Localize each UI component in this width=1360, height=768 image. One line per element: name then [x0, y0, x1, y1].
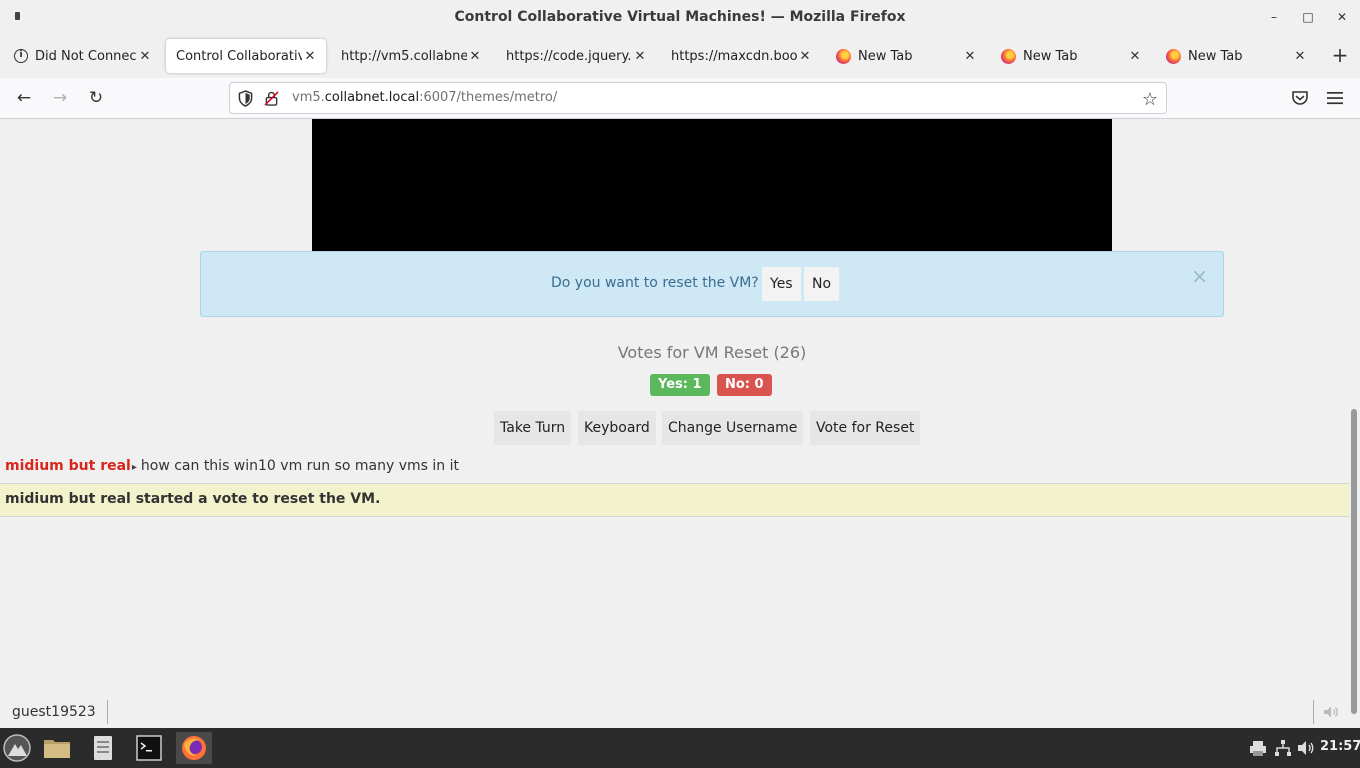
nav-bar: ← → ↻ vm5.collabnet.local:6007/themes/me… — [0, 78, 1360, 119]
no-votes-badge: No: 0 — [717, 374, 772, 396]
scrollbar-thumb[interactable] — [1351, 409, 1357, 714]
divider — [107, 700, 108, 724]
tab-maxcdn[interactable]: https://maxcdn.boots ✕ — [661, 39, 821, 73]
hamburger-menu-icon[interactable] — [1327, 91, 1343, 105]
insecure-lock-icon[interactable] — [264, 91, 279, 106]
reset-vote-alert: Do you want to reset the VM? Yes No × — [200, 251, 1224, 317]
url-suffix: :6007/themes/metro/ — [419, 90, 558, 105]
page-content: Do you want to reset the VM? Yes No × Vo… — [0, 119, 1349, 728]
reset-question: Do you want to reset the VM? — [551, 275, 759, 291]
file-manager-icon[interactable] — [39, 732, 75, 764]
taskbar: 21:57 — [0, 728, 1360, 768]
reload-button[interactable]: ↻ — [86, 88, 106, 108]
reset-yes-button[interactable]: Yes — [762, 267, 801, 301]
printer-icon[interactable] — [1249, 739, 1267, 757]
url-text[interactable]: vm5.collabnet.local:6007/themes/metro/ — [292, 90, 557, 105]
tab-label: New Tab — [1188, 48, 1243, 64]
vote-reset-button[interactable]: Vote for Reset — [810, 411, 921, 445]
firefox-icon — [836, 48, 851, 64]
firefox-icon — [1001, 48, 1016, 64]
url-prefix: vm5. — [292, 90, 325, 105]
firefox-icon — [1166, 48, 1181, 64]
tab-label: https://code.jquery.co — [506, 48, 632, 64]
reset-no-button[interactable]: No — [804, 267, 840, 301]
chat-arrow-icon: ▸ — [131, 462, 137, 473]
back-button[interactable]: ← — [14, 88, 34, 108]
speaker-icon[interactable] — [1323, 705, 1339, 719]
tab-close-icon[interactable]: ✕ — [302, 49, 318, 64]
pocket-icon[interactable] — [1291, 89, 1309, 107]
vm-display[interactable] — [312, 119, 1112, 251]
chat-text: how can this win10 vm run so many vms in… — [140, 458, 460, 474]
terminal-icon[interactable] — [131, 732, 167, 764]
votes-title: Votes for VM Reset (26) — [617, 343, 807, 362]
bookmark-star-icon[interactable]: ☆ — [1142, 89, 1158, 110]
page-scrollbar[interactable] — [1349, 119, 1360, 728]
tab-new-tab-1[interactable]: New Tab ✕ — [826, 39, 986, 73]
tab-close-icon[interactable]: ✕ — [1292, 49, 1308, 64]
network-icon[interactable] — [1274, 739, 1292, 757]
tab-label: http://vm5.collabnet.l — [341, 48, 467, 64]
yes-votes-badge: Yes: 1 — [650, 374, 710, 396]
forward-button[interactable]: → — [50, 88, 70, 108]
window-close-button[interactable]: ✕ — [1333, 8, 1351, 26]
tab-label: https://maxcdn.boots — [671, 48, 797, 64]
text-editor-icon[interactable] — [85, 732, 121, 764]
username-bar: guest19523 — [0, 698, 1349, 728]
tab-code-jquery[interactable]: https://code.jquery.co ✕ — [496, 39, 656, 73]
alert-close-icon[interactable]: × — [1191, 264, 1208, 288]
tab-close-icon[interactable]: ✕ — [632, 49, 648, 64]
url-bar[interactable]: vm5.collabnet.local:6007/themes/metro/ ☆ — [229, 82, 1167, 114]
window-title: Control Collaborative Virtual Machines! … — [454, 9, 906, 25]
tab-strip: i Did Not Connect: I ✕ Control Collabora… — [0, 34, 1360, 78]
tab-did-not-connect[interactable]: i Did Not Connect: I ✕ — [4, 39, 161, 73]
clock[interactable]: 21:57 — [1320, 739, 1360, 754]
new-tab-button[interactable]: + — [1329, 44, 1351, 66]
firefox-taskbar-icon[interactable] — [176, 732, 212, 764]
tab-new-tab-2[interactable]: New Tab ✕ — [991, 39, 1151, 73]
system-message: midium but real started a vote to reset … — [0, 484, 1349, 517]
divider — [1313, 700, 1314, 724]
shield-icon[interactable] — [238, 90, 253, 107]
tab-close-icon[interactable]: ✕ — [962, 49, 978, 64]
current-username[interactable]: guest19523 — [12, 704, 96, 720]
keyboard-button[interactable]: Keyboard — [578, 411, 656, 445]
tab-label: New Tab — [1023, 48, 1078, 64]
tab-close-icon[interactable]: ✕ — [1127, 49, 1143, 64]
change-username-button[interactable]: Change Username — [662, 411, 804, 445]
tab-label: Did Not Connect: I — [35, 48, 137, 64]
minimize-button[interactable]: – — [1265, 8, 1283, 26]
maximize-button[interactable]: □ — [1299, 8, 1317, 26]
info-icon: i — [14, 49, 28, 63]
take-turn-button[interactable]: Take Turn — [494, 411, 572, 445]
tab-vm5-collabnet[interactable]: http://vm5.collabnet.l ✕ — [331, 39, 491, 73]
chat-log: midium but real▸ how can this win10 vm ru… — [0, 451, 1349, 517]
chat-username: midium but real — [5, 458, 131, 474]
app-menu-icon[interactable] — [0, 732, 36, 764]
tab-new-tab-3[interactable]: New Tab ✕ — [1156, 39, 1316, 73]
tab-close-icon[interactable]: ✕ — [467, 49, 483, 64]
url-domain: collabnet.local — [324, 90, 420, 105]
tab-close-icon[interactable]: ✕ — [797, 49, 813, 64]
tab-label: New Tab — [858, 48, 913, 64]
tab-label: Control Collaborative — [176, 48, 302, 64]
chat-message: midium but real▸ how can this win10 vm ru… — [0, 451, 1349, 484]
window-titlebar: Control Collaborative Virtual Machines! … — [0, 0, 1360, 34]
tab-close-icon[interactable]: ✕ — [137, 49, 153, 64]
tab-control-collaborative[interactable]: Control Collaborative ✕ — [166, 39, 326, 73]
volume-icon[interactable] — [1297, 739, 1315, 757]
